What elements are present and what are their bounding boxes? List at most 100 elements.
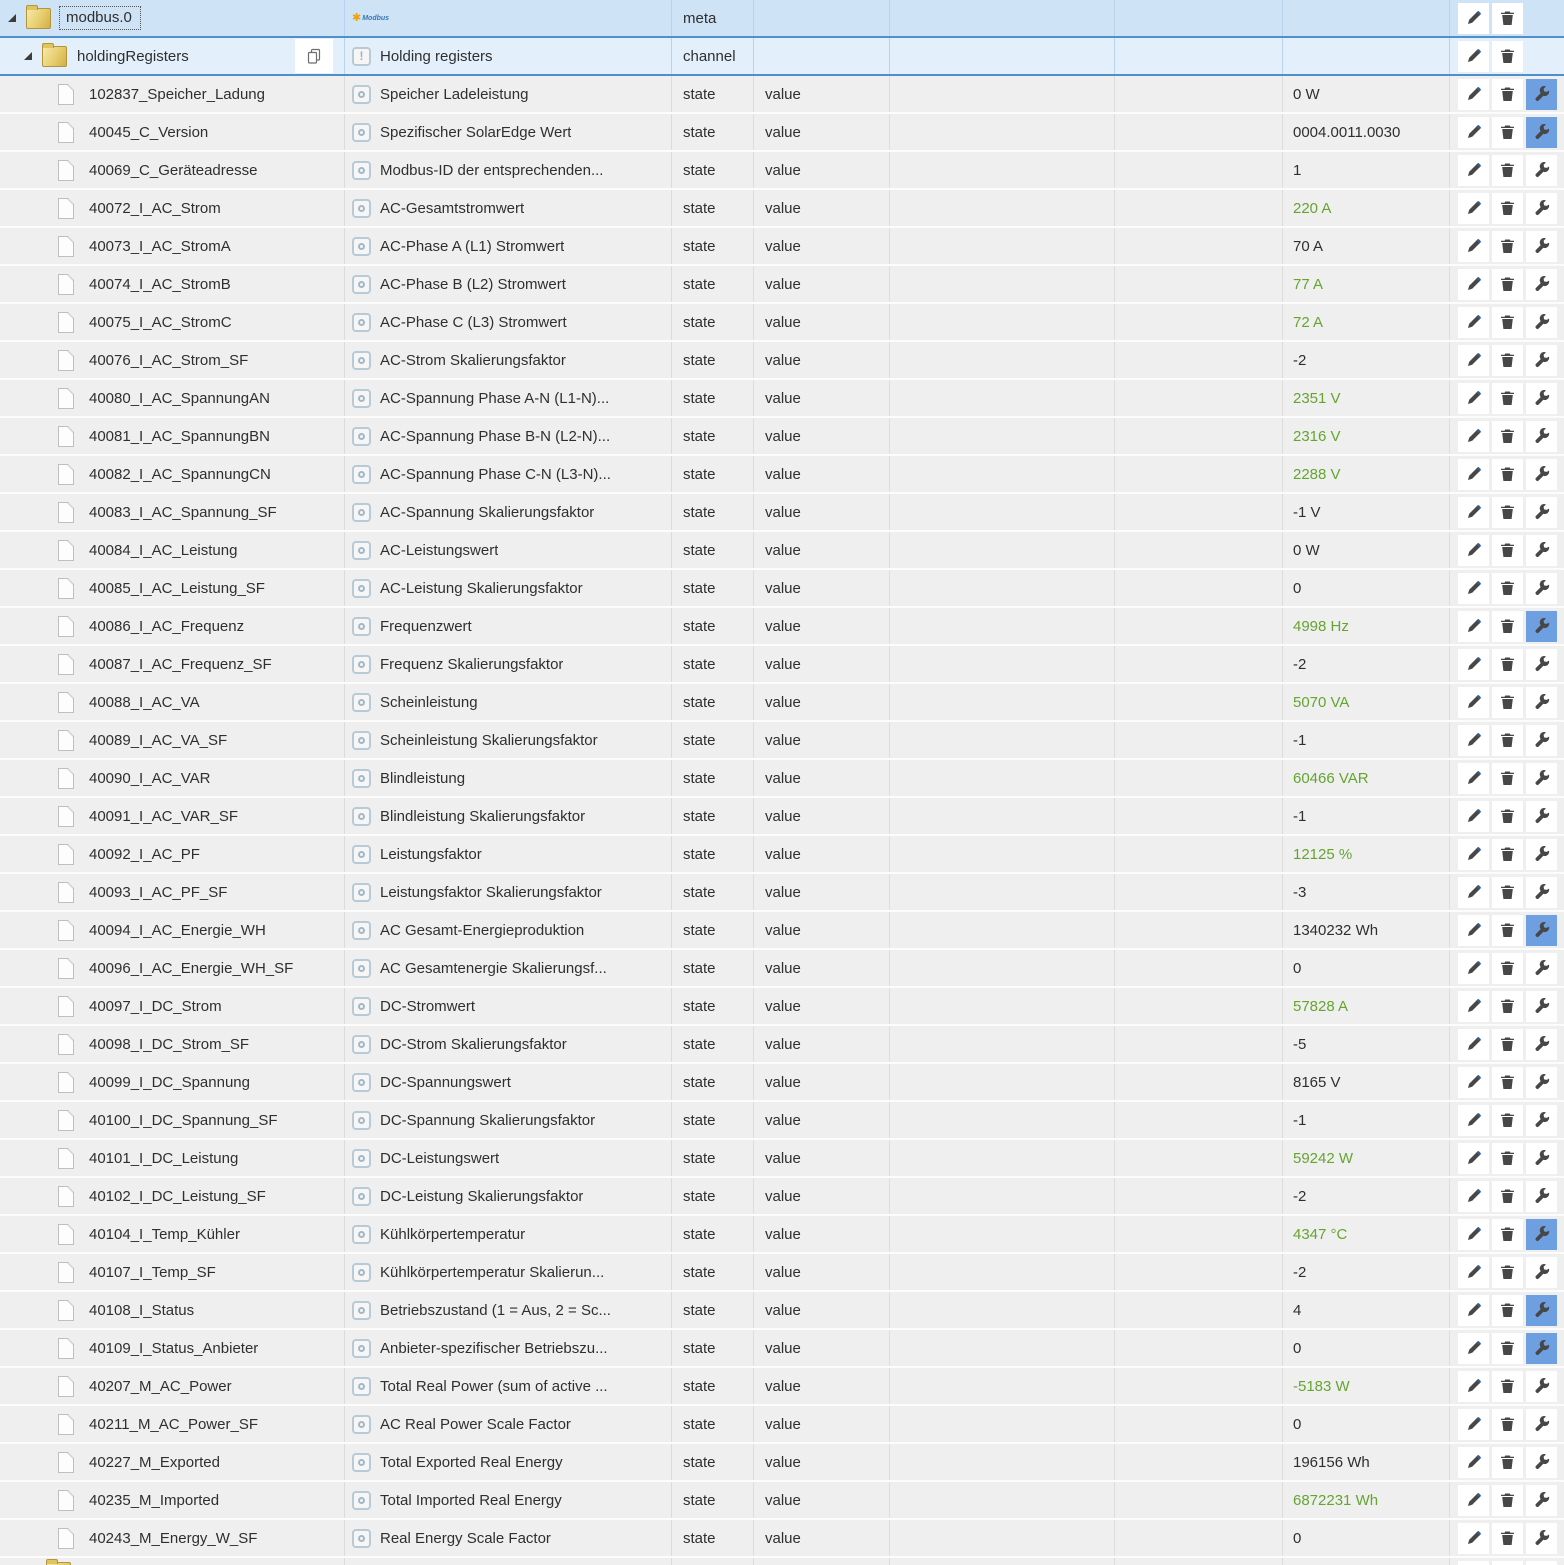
delete-button[interactable] <box>1492 1142 1523 1174</box>
object-row[interactable]: 40091_I_AC_VAR_SF Blindleistung Skalieru… <box>0 798 1564 836</box>
edit-button[interactable] <box>1458 1446 1489 1478</box>
object-row[interactable]: 40084_I_AC_Leistung AC-Leistungswert sta… <box>0 532 1564 570</box>
edit-button[interactable] <box>1458 192 1489 224</box>
expand-collapse-icon[interactable] <box>24 52 32 60</box>
config-button[interactable] <box>1526 306 1557 338</box>
delete-button[interactable] <box>1492 496 1523 528</box>
object-row[interactable]: 40088_I_AC_VA Scheinleistung state value… <box>0 684 1564 722</box>
edit-button[interactable] <box>1458 1180 1489 1212</box>
object-row[interactable]: 40211_M_AC_Power_SF AC Real Power Scale … <box>0 1406 1564 1444</box>
object-row[interactable]: 40093_I_AC_PF_SF Leistungsfaktor Skalier… <box>0 874 1564 912</box>
config-button[interactable] <box>1526 952 1557 984</box>
delete-button[interactable] <box>1492 268 1523 300</box>
config-button[interactable] <box>1526 382 1557 414</box>
delete-button[interactable] <box>1492 116 1523 148</box>
expand-collapse-icon[interactable] <box>8 14 16 22</box>
object-row[interactable]: 40081_I_AC_SpannungBN AC-Spannung Phase … <box>0 418 1564 456</box>
object-row-channel[interactable]: holdingRegisters ! Holding registers cha… <box>0 38 1564 76</box>
edit-button[interactable] <box>1458 838 1489 870</box>
config-button[interactable] <box>1526 610 1557 642</box>
edit-button[interactable] <box>1458 382 1489 414</box>
object-row[interactable]: 40092_I_AC_PF Leistungsfaktor state valu… <box>0 836 1564 874</box>
config-button[interactable] <box>1526 1294 1557 1326</box>
config-button[interactable] <box>1526 838 1557 870</box>
config-button[interactable] <box>1526 762 1557 794</box>
object-row[interactable]: 40069_C_Geräteadresse Modbus-ID der ents… <box>0 152 1564 190</box>
object-row[interactable]: 40074_I_AC_StromB AC-Phase B (L2) Stromw… <box>0 266 1564 304</box>
delete-button[interactable] <box>1492 1256 1523 1288</box>
object-row[interactable]: 40107_I_Temp_SF Kühlkörpertemperatur Ska… <box>0 1254 1564 1292</box>
edit-button[interactable] <box>1458 762 1489 794</box>
object-row[interactable]: 40099_I_DC_Spannung DC-Spannungswert sta… <box>0 1064 1564 1102</box>
edit-button[interactable] <box>1458 1142 1489 1174</box>
object-row[interactable]: 40076_I_AC_Strom_SF AC-Strom Skalierungs… <box>0 342 1564 380</box>
object-row[interactable]: 40207_M_AC_Power Total Real Power (sum o… <box>0 1368 1564 1406</box>
config-button[interactable] <box>1526 154 1557 186</box>
config-button[interactable] <box>1526 116 1557 148</box>
edit-button[interactable] <box>1458 1104 1489 1136</box>
edit-button[interactable] <box>1458 1522 1489 1554</box>
delete-button[interactable] <box>1492 762 1523 794</box>
delete-button[interactable] <box>1492 534 1523 566</box>
edit-button[interactable] <box>1458 116 1489 148</box>
object-row[interactable]: 40082_I_AC_SpannungCN AC-Spannung Phase … <box>0 456 1564 494</box>
edit-button[interactable] <box>1458 78 1489 110</box>
edit-button[interactable] <box>1458 572 1489 604</box>
copy-id-button[interactable] <box>295 39 333 73</box>
object-row[interactable]: 40104_I_Temp_Kühler Kühlkörpertemperatur… <box>0 1216 1564 1254</box>
edit-button[interactable] <box>1458 686 1489 718</box>
config-button[interactable] <box>1526 686 1557 718</box>
config-button[interactable] <box>1526 1028 1557 1060</box>
config-button[interactable] <box>1526 1104 1557 1136</box>
object-row[interactable]: 40098_I_DC_Strom_SF DC-Strom Skalierungs… <box>0 1026 1564 1064</box>
edit-button[interactable] <box>1458 1332 1489 1364</box>
delete-button[interactable] <box>1492 572 1523 604</box>
object-row[interactable]: 40089_I_AC_VA_SF Scheinleistung Skalieru… <box>0 722 1564 760</box>
config-button[interactable] <box>1526 420 1557 452</box>
delete-button[interactable] <box>1492 40 1523 72</box>
delete-button[interactable] <box>1492 344 1523 376</box>
object-row[interactable]: 40109_I_Status_Anbieter Anbieter-spezifi… <box>0 1330 1564 1368</box>
object-row[interactable]: 40090_I_AC_VAR Blindleistung state value… <box>0 760 1564 798</box>
delete-button[interactable] <box>1492 914 1523 946</box>
config-button[interactable] <box>1526 800 1557 832</box>
delete-button[interactable] <box>1492 230 1523 262</box>
edit-button[interactable] <box>1458 420 1489 452</box>
delete-button[interactable] <box>1492 838 1523 870</box>
edit-button[interactable] <box>1458 1561 1489 1565</box>
config-button[interactable] <box>1526 990 1557 1022</box>
config-button[interactable] <box>1526 1256 1557 1288</box>
delete-button[interactable] <box>1492 2 1523 34</box>
delete-button[interactable] <box>1492 800 1523 832</box>
config-button[interactable] <box>1526 572 1557 604</box>
object-row[interactable]: 40096_I_AC_Energie_WH_SF AC Gesamtenergi… <box>0 950 1564 988</box>
object-row[interactable]: 40087_I_AC_Frequenz_SF Frequenz Skalieru… <box>0 646 1564 684</box>
delete-button[interactable] <box>1492 724 1523 756</box>
edit-button[interactable] <box>1458 230 1489 262</box>
edit-button[interactable] <box>1458 876 1489 908</box>
edit-button[interactable] <box>1458 458 1489 490</box>
object-row[interactable]: 40045_C_Version Spezifischer SolarEdge W… <box>0 114 1564 152</box>
object-row[interactable]: 40235_M_Imported Total Imported Real Ene… <box>0 1482 1564 1520</box>
delete-button[interactable] <box>1492 1408 1523 1440</box>
config-button[interactable] <box>1526 534 1557 566</box>
config-button[interactable] <box>1526 192 1557 224</box>
object-row[interactable]: 40072_I_AC_Strom AC-Gesamtstromwert stat… <box>0 190 1564 228</box>
edit-button[interactable] <box>1458 306 1489 338</box>
delete-button[interactable] <box>1492 306 1523 338</box>
config-button[interactable] <box>1526 1332 1557 1364</box>
config-button[interactable] <box>1526 914 1557 946</box>
delete-button[interactable] <box>1492 1218 1523 1250</box>
edit-button[interactable] <box>1458 1028 1489 1060</box>
object-row[interactable]: 40097_I_DC_Strom DC-Stromwert state valu… <box>0 988 1564 1026</box>
edit-button[interactable] <box>1458 648 1489 680</box>
edit-button[interactable] <box>1458 990 1489 1022</box>
object-row[interactable]: 40083_I_AC_Spannung_SF AC-Spannung Skali… <box>0 494 1564 532</box>
edit-button[interactable] <box>1458 1484 1489 1516</box>
config-button[interactable] <box>1526 876 1557 908</box>
delete-button[interactable] <box>1492 1446 1523 1478</box>
delete-button[interactable] <box>1492 610 1523 642</box>
edit-button[interactable] <box>1458 1294 1489 1326</box>
delete-button[interactable] <box>1492 876 1523 908</box>
config-button[interactable] <box>1526 1484 1557 1516</box>
